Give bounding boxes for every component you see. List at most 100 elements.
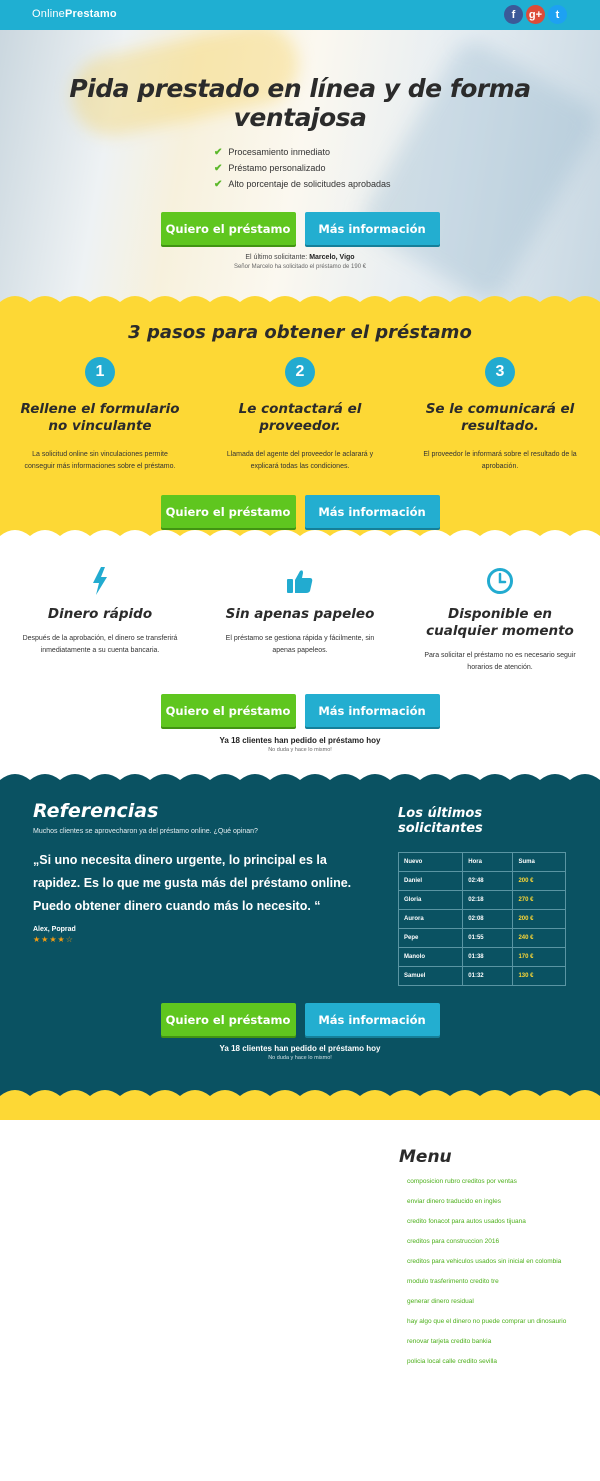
wave-divider bbox=[0, 530, 600, 548]
feature-little-paperwork: Sin apenas papeleo El préstamo se gestio… bbox=[200, 566, 400, 674]
references-section: Referencias Muchos clientes se aprovecha… bbox=[0, 774, 600, 1120]
more-info-button[interactable]: Más información bbox=[304, 212, 440, 245]
step-title: Rellene el formulario no vinculante bbox=[20, 401, 180, 434]
menu-link[interactable]: policia local calle credito sevilla bbox=[407, 1357, 567, 1366]
clock-icon bbox=[420, 566, 580, 596]
applicant-time: 01:38 bbox=[462, 947, 514, 967]
apply-loan-button[interactable]: Quiero el préstamo bbox=[160, 212, 296, 245]
menu-link[interactable]: credito fonacot para autos usados tijuan… bbox=[407, 1217, 567, 1226]
table-header-row: Nuevo Hora Suma bbox=[397, 852, 566, 872]
applicant-amount: 170 € bbox=[512, 947, 566, 967]
applicants-title: Los últimos solicitantes bbox=[398, 806, 483, 836]
testimonial-quote: „Si uno necesita dinero urgente, lo prin… bbox=[33, 853, 352, 913]
twitter-icon[interactable]: t bbox=[548, 5, 567, 24]
applicant-time: 01:55 bbox=[462, 928, 514, 948]
table-row: Gloria 02:18 270 € bbox=[397, 890, 566, 910]
applicant-name: Manolo bbox=[397, 947, 464, 967]
top-bar: OnlinePrestamo f g+ t bbox=[0, 0, 600, 30]
applicant-amount: 240 € bbox=[512, 928, 566, 948]
last-applicant: El último solicitante: Marcelo, Vigo bbox=[245, 254, 355, 261]
applicant-name: Pepe bbox=[397, 928, 464, 948]
menu-link[interactable]: renovar tarjeta credito bankia bbox=[407, 1337, 567, 1346]
testimonial-author: Alex, Poprad bbox=[33, 926, 76, 933]
step-number: 3 bbox=[485, 357, 515, 387]
feature-title: Sin apenas papeleo bbox=[225, 606, 375, 622]
steps-section: 3 pasos para obtener el préstamo 1 Relle… bbox=[0, 296, 600, 536]
clients-today-sub: No duda y hace lo mismo! bbox=[268, 747, 332, 753]
menu-list: composicion rubro creditos por ventas en… bbox=[407, 1177, 567, 1377]
apply-loan-button[interactable]: Quiero el préstamo bbox=[160, 694, 296, 727]
menu-section: Menu composicion rubro creditos por vent… bbox=[0, 1120, 600, 1418]
apply-loan-button[interactable]: Quiero el préstamo bbox=[160, 1003, 296, 1036]
menu-title: Menu bbox=[399, 1147, 452, 1167]
menu-link[interactable]: enviar dinero traducido en ingles bbox=[407, 1197, 567, 1206]
more-info-button[interactable]: Más información bbox=[304, 694, 440, 727]
applicant-time: 02:18 bbox=[462, 890, 514, 910]
menu-link[interactable]: creditos para construccion 2016 bbox=[407, 1237, 567, 1246]
step-text: El proveedor le informará sobre el resul… bbox=[423, 451, 577, 470]
menu-link[interactable]: creditos para vehiculos usados sin inici… bbox=[407, 1257, 567, 1266]
applicant-time: 01:32 bbox=[462, 966, 514, 986]
table-row: Pepe 01:55 240 € bbox=[397, 928, 566, 948]
rating-stars-icon: ★★★★☆ bbox=[33, 935, 74, 944]
applicant-amount: 130 € bbox=[512, 966, 566, 986]
applicant-amount: 200 € bbox=[512, 909, 566, 929]
column-header: Hora bbox=[462, 852, 514, 872]
feature-text: Para solicitar el préstamo no es necesar… bbox=[424, 652, 576, 671]
applicant-name: Gloria bbox=[397, 890, 464, 910]
table-row: Daniel 02:48 200 € bbox=[397, 871, 566, 891]
references-title: Referencias bbox=[33, 800, 159, 822]
applicant-time: 02:08 bbox=[462, 909, 514, 929]
feature-anytime: Disponible en cualquier momento Para sol… bbox=[400, 566, 600, 674]
google-plus-icon[interactable]: g+ bbox=[526, 5, 545, 24]
step-2: 2 Le contactará el proveedor. Llamada de… bbox=[200, 357, 400, 473]
menu-link[interactable]: modulo trasferimento credito tre bbox=[407, 1277, 567, 1286]
hero-section: Pida prestado en línea y de forma ventaj… bbox=[0, 0, 600, 302]
check-icon: ✔ bbox=[214, 179, 223, 190]
applicant-amount: 270 € bbox=[512, 890, 566, 910]
column-header: Nuevo bbox=[397, 852, 464, 872]
benefit-item: ✔ Procesamiento inmediato bbox=[214, 147, 330, 158]
step-number: 2 bbox=[285, 357, 315, 387]
menu-link[interactable]: generar dinero residual bbox=[407, 1297, 567, 1306]
benefits-list: ✔ Procesamiento inmediato ✔ Préstamo perso… bbox=[214, 144, 394, 192]
menu-link[interactable]: composicion rubro creditos por ventas bbox=[407, 1177, 567, 1186]
column-header: Suma bbox=[512, 852, 566, 872]
step-text: Llamada del agente del proveedor le acla… bbox=[226, 451, 374, 470]
step-title: Se le comunicará el resultado. bbox=[425, 401, 575, 434]
more-info-button[interactable]: Más información bbox=[304, 1003, 440, 1036]
table-row: Aurora 02:08 200 € bbox=[397, 909, 566, 929]
hero-title: Pida prestado en línea y de forma ventaj… bbox=[69, 74, 531, 132]
check-icon: ✔ bbox=[214, 147, 223, 158]
logo[interactable]: OnlinePrestamo bbox=[32, 8, 117, 20]
facebook-icon[interactable]: f bbox=[504, 5, 523, 24]
steps-title: 3 pasos para obtener el préstamo bbox=[128, 322, 472, 343]
clients-today: Ya 18 clientes han pedido el préstamo ho… bbox=[219, 1044, 381, 1053]
clients-today: Ya 18 clientes han pedido el préstamo ho… bbox=[219, 736, 381, 745]
feature-text: Después de la aprobación, el dinero se t… bbox=[22, 635, 178, 654]
wave-divider bbox=[0, 1090, 600, 1120]
step-3: 3 Se le comunicará el resultado. El prov… bbox=[400, 357, 600, 473]
table-row: Manolo 01:38 170 € bbox=[397, 947, 566, 967]
applicant-name: Daniel bbox=[397, 871, 464, 891]
applicants-table: Nuevo Hora Suma Daniel 02:48 200 € Glori… bbox=[397, 852, 566, 986]
applicant-name: Samuel bbox=[397, 966, 464, 986]
feature-title: Dinero rápido bbox=[47, 606, 153, 622]
table-row: Samuel 01:32 130 € bbox=[397, 966, 566, 986]
features-section: Dinero rápido Después de la aprobación, … bbox=[0, 530, 600, 780]
step-text: La solicitud online sin vinculaciones pe… bbox=[24, 451, 176, 470]
wave-divider bbox=[0, 296, 600, 314]
applicant-name: Aurora bbox=[397, 909, 464, 929]
check-icon: ✔ bbox=[214, 163, 223, 174]
social-links: f g+ t bbox=[504, 5, 567, 24]
lightning-icon bbox=[20, 566, 180, 596]
benefit-item: ✔ Alto porcentaje de solicitudes aprobada… bbox=[214, 179, 391, 190]
wave-divider bbox=[0, 774, 600, 792]
thumbs-up-icon bbox=[220, 566, 380, 596]
applicant-amount: 200 € bbox=[512, 871, 566, 891]
feature-text: El préstamo se gestiona rápida y fácilme… bbox=[225, 635, 375, 654]
feature-title: Disponible en cualquier momento bbox=[426, 606, 574, 639]
menu-link[interactable]: hay algo que el dinero no puede comprar … bbox=[407, 1317, 567, 1326]
benefit-item: ✔ Préstamo personalizado bbox=[214, 163, 326, 174]
feature-fast-money: Dinero rápido Después de la aprobación, … bbox=[0, 566, 200, 674]
